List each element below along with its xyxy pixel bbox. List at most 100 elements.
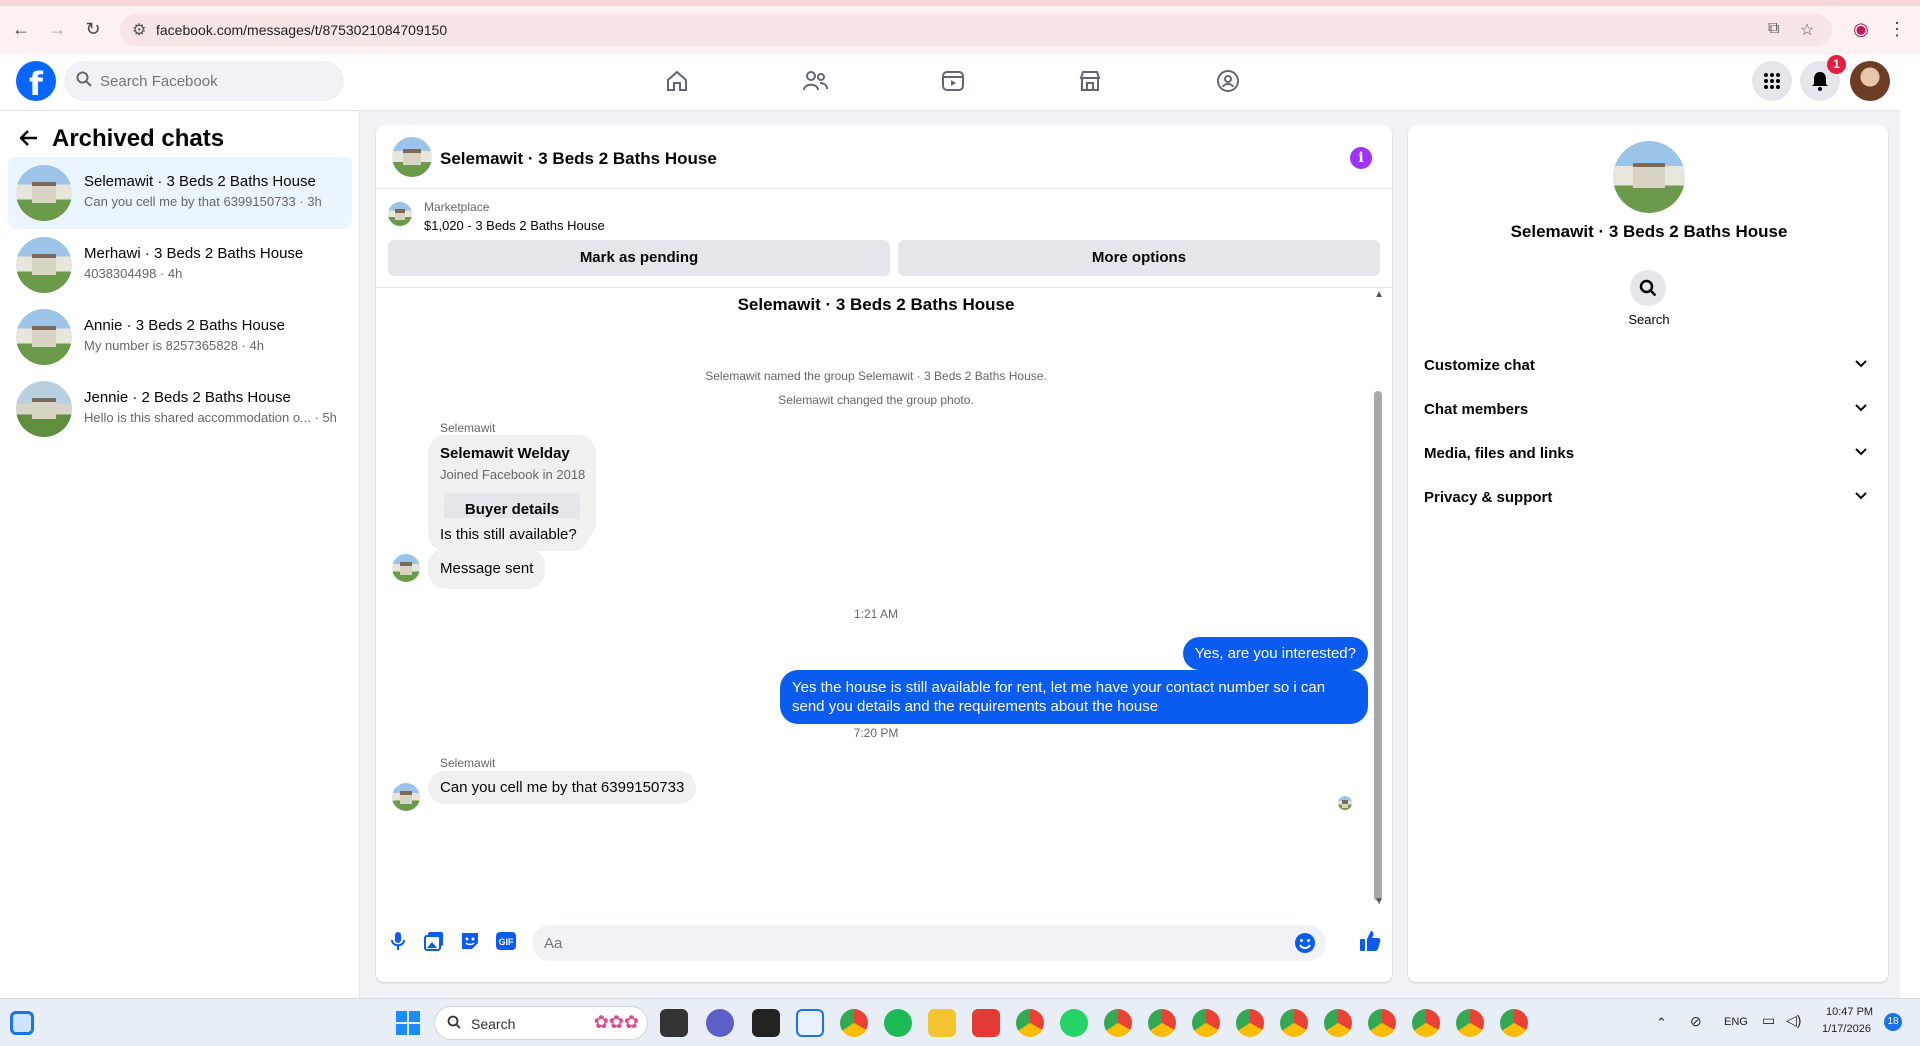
- volume-icon[interactable]: ◁): [1786, 1012, 1801, 1029]
- account-avatar[interactable]: [1850, 61, 1890, 101]
- chrome-profile-icon[interactable]: [1148, 1009, 1176, 1037]
- chrome-profile-icon[interactable]: [1104, 1009, 1132, 1037]
- sticker-icon[interactable]: [458, 929, 482, 953]
- media-files-links-row[interactable]: Media, files and links: [1416, 434, 1880, 474]
- mark-as-pending-button[interactable]: Mark as pending: [388, 240, 890, 276]
- forward-icon[interactable]: →: [46, 18, 68, 40]
- sidebar-title: Archived chats: [52, 125, 225, 152]
- back-icon[interactable]: ←: [10, 18, 32, 40]
- listing-title[interactable]: $1,020 - 3 Beds 2 Baths House: [424, 218, 605, 233]
- clock-time[interactable]: 10:47 PM: [1826, 1006, 1873, 1018]
- incoming-message[interactable]: Message sent: [428, 548, 546, 589]
- conversation-panel: Selemawit · 3 Beds 2 Baths House i Marke…: [376, 125, 1392, 982]
- page-scrollbar[interactable]: [1900, 55, 1920, 998]
- info-icon[interactable]: i: [1350, 147, 1372, 169]
- whatsapp-icon[interactable]: [1060, 1009, 1088, 1037]
- teams-icon[interactable]: [706, 1009, 734, 1037]
- privacy-support-row[interactable]: Privacy & support: [1416, 478, 1880, 518]
- search-in-chat-button[interactable]: [1630, 270, 1666, 306]
- site-info-icon[interactable]: ⚙: [132, 20, 146, 40]
- chrome-profile-icon[interactable]: [1368, 1009, 1396, 1037]
- emoji-icon[interactable]: [1294, 932, 1316, 954]
- conversation-title[interactable]: Selemawit · 3 Beds 2 Baths House: [440, 149, 717, 169]
- group-avatar[interactable]: [1613, 141, 1685, 213]
- chat-list-item[interactable]: Annie · 3 Beds 2 Baths House My number i…: [8, 301, 352, 373]
- reload-icon[interactable]: ↻: [82, 18, 104, 40]
- home-tab-icon[interactable]: [652, 61, 702, 101]
- back-arrow-icon[interactable]: [19, 129, 38, 149]
- chat-members-row[interactable]: Chat members: [1416, 390, 1880, 430]
- chat-preview: My number is 8257365828 · 4h: [84, 338, 264, 353]
- chrome-profile-icon[interactable]: [1016, 1009, 1044, 1037]
- chrome-profile-icon[interactable]: [1192, 1009, 1220, 1037]
- widgets-icon[interactable]: [10, 1011, 34, 1035]
- spotify-icon[interactable]: [884, 1009, 912, 1037]
- incoming-message[interactable]: Can you cell me by that 6399150733: [428, 771, 697, 804]
- chat-name: Annie · 3 Beds 2 Baths House: [84, 317, 285, 334]
- chrome-icon[interactable]: [840, 1009, 868, 1037]
- chat-list-item[interactable]: Jennie · 2 Beds 2 Baths House Hello is t…: [8, 373, 352, 445]
- message-input[interactable]: [544, 925, 1284, 961]
- menu-grid-icon[interactable]: [1752, 61, 1792, 101]
- address-bar[interactable]: ⚙ facebook.com/messages/t/87530210847091…: [120, 14, 1832, 46]
- conversation-header: Selemawit · 3 Beds 2 Baths House i: [376, 125, 1392, 189]
- file-explorer-icon[interactable]: [928, 1009, 956, 1037]
- snipping-tool-icon[interactable]: [796, 1009, 824, 1037]
- taskbar-search[interactable]: Search ✿✿✿: [434, 1006, 648, 1040]
- marketplace-tab-icon[interactable]: [1065, 61, 1115, 101]
- task-view-icon[interactable]: [660, 1009, 688, 1037]
- clock-date[interactable]: 1/17/2026: [1822, 1023, 1871, 1035]
- microphone-icon[interactable]: [386, 929, 410, 953]
- anydesk-icon[interactable]: [972, 1009, 1000, 1037]
- search-input[interactable]: [100, 61, 330, 101]
- groups-tab-icon[interactable]: [1203, 61, 1253, 101]
- customize-chat-row[interactable]: Customize chat: [1416, 346, 1880, 386]
- photo-icon[interactable]: [422, 929, 446, 953]
- notification-center-badge[interactable]: 18: [1884, 1013, 1902, 1031]
- chrome-profile-icon[interactable]: [1324, 1009, 1352, 1037]
- sticky-notes-icon[interactable]: [752, 1009, 780, 1037]
- video-tab-icon[interactable]: [928, 61, 978, 101]
- chat-name: Selemawit · 3 Beds 2 Baths House: [84, 173, 316, 190]
- chrome-profile-icon[interactable]: [1412, 1009, 1440, 1037]
- chat-list-item[interactable]: Merhawi · 3 Beds 2 Baths House 403830449…: [8, 229, 352, 301]
- chrome-profile-icon[interactable]: [1236, 1009, 1264, 1037]
- language-indicator[interactable]: ENG: [1724, 1016, 1748, 1028]
- scroll-up-arrow[interactable]: ▲: [1374, 289, 1384, 300]
- chevron-down-icon: [1854, 356, 1868, 373]
- incoming-message[interactable]: Is this still available?: [428, 518, 589, 551]
- chrome-profile-icon[interactable]: [1280, 1009, 1308, 1037]
- facebook-search[interactable]: [64, 61, 344, 101]
- sender-name: Selemawit: [440, 421, 496, 435]
- thumbs-up-icon[interactable]: [1358, 929, 1382, 953]
- windows-start-icon[interactable]: [394, 1009, 422, 1037]
- message-composer: GIF: [376, 907, 1392, 982]
- bookmark-star-icon[interactable]: ☆: [1800, 20, 1814, 40]
- system-message: Selemawit changed the group photo.: [778, 393, 974, 407]
- chrome-profile-icon[interactable]: [1456, 1009, 1484, 1037]
- menu-kebab-icon[interactable]: ⋮: [1886, 18, 1908, 40]
- gif-icon[interactable]: GIF: [494, 929, 518, 953]
- tray-chevron-icon[interactable]: ⌃: [1656, 1015, 1667, 1031]
- chat-avatar: [16, 165, 72, 221]
- chrome-profile-icon[interactable]: [1500, 1009, 1528, 1037]
- row-label: Customize chat: [1424, 357, 1535, 374]
- tulips-icon: ✿✿✿: [593, 1012, 639, 1032]
- friends-tab-icon[interactable]: [790, 61, 840, 101]
- facebook-logo-icon[interactable]: f: [16, 61, 56, 101]
- outgoing-message[interactable]: Yes the house is still available for ren…: [780, 670, 1368, 724]
- scrollbar-thumb[interactable]: [1374, 391, 1382, 901]
- conversation-avatar[interactable]: [392, 137, 432, 177]
- network-off-icon[interactable]: ⊘: [1690, 1013, 1702, 1030]
- scroll-down-arrow[interactable]: ▼: [1374, 896, 1384, 907]
- display-icon[interactable]: ▭: [1762, 1012, 1775, 1029]
- more-options-button[interactable]: More options: [898, 240, 1380, 276]
- sidebar-header: Archived chats: [19, 123, 225, 155]
- profile-icon[interactable]: ◉: [1850, 18, 1872, 40]
- outgoing-message[interactable]: Yes, are you interested?: [1182, 637, 1368, 670]
- chat-list-item[interactable]: Selemawit · 3 Beds 2 Baths House Can you…: [8, 157, 352, 229]
- sender-avatar: [392, 783, 420, 811]
- message-thread[interactable]: Selemawit · 3 Beds 2 Baths House Selemaw…: [376, 289, 1392, 907]
- chat-preview: Hello is this shared accommodation o... …: [84, 410, 337, 425]
- install-icon[interactable]: ⧉: [1768, 20, 1779, 38]
